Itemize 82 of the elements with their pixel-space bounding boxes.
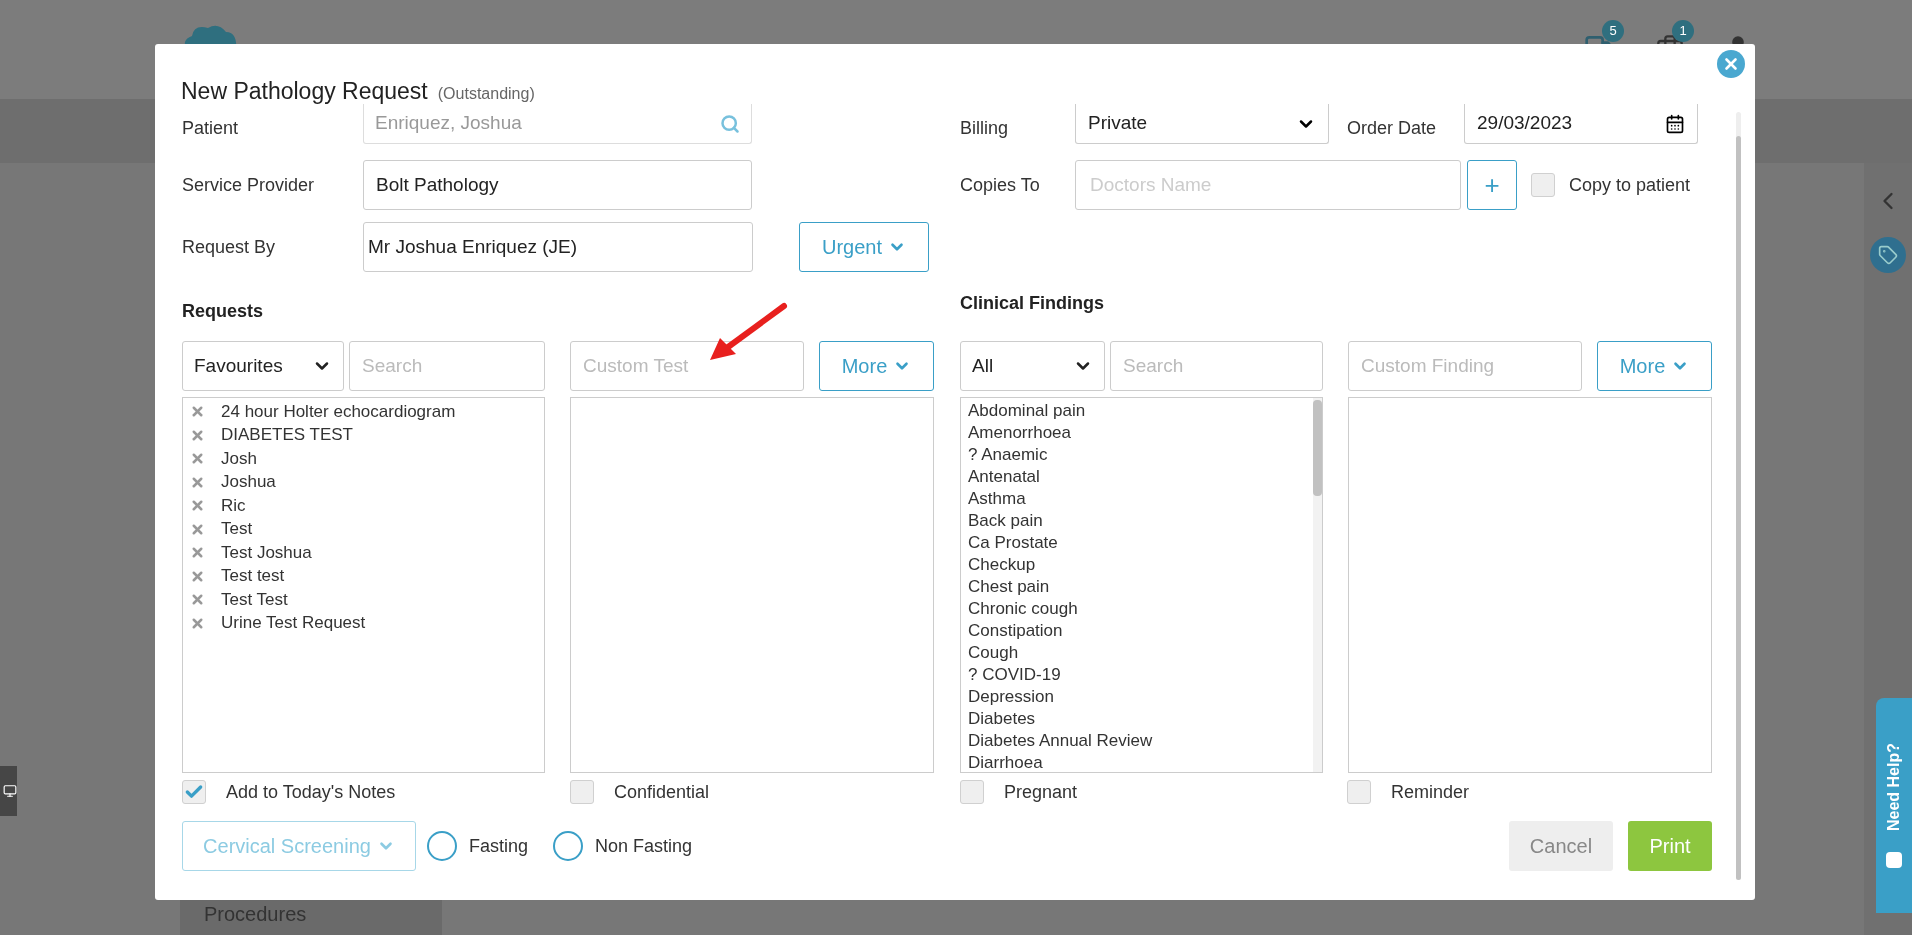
remove-icon[interactable]: [190, 427, 205, 443]
search-field[interactable]: Search: [349, 341, 545, 391]
list-item[interactable]: Asthma: [968, 488, 1026, 510]
list-item[interactable]: Josh: [221, 447, 257, 470]
remove-icon[interactable]: [190, 498, 205, 514]
radio-label: Non Fasting: [595, 834, 693, 858]
field-label: Request By: [182, 235, 277, 259]
list-item[interactable]: 24 hour Holter echocardiogram: [221, 400, 456, 423]
list-item[interactable]: Diabetes Annual Review: [968, 730, 1153, 752]
close-button[interactable]: [1717, 50, 1745, 78]
field-label: Patient: [182, 116, 240, 140]
list-item[interactable]: Urine Test Request: [221, 612, 366, 635]
remove-icon[interactable]: [190, 521, 205, 537]
dialog-title: New Pathology Request: [181, 77, 428, 106]
checkbox[interactable]: [960, 780, 984, 804]
list-item[interactable]: Chest pain: [968, 576, 1050, 598]
checkbox[interactable]: [1531, 173, 1555, 197]
remove-icon[interactable]: [190, 404, 205, 420]
message-badge: 1: [1672, 20, 1694, 42]
checkbox-label: Pregnant: [1004, 780, 1078, 804]
dialog-scrollbar[interactable]: [1736, 112, 1741, 880]
list-item[interactable]: Diabetes: [968, 708, 1036, 730]
field-label: Billing: [960, 116, 1010, 140]
radio-button[interactable]: [427, 831, 457, 861]
list-item[interactable]: Back pain: [968, 510, 1043, 532]
remove-icon[interactable]: [190, 545, 205, 561]
checkbox[interactable]: [1347, 780, 1371, 804]
custom-field[interactable]: Custom Test: [570, 341, 804, 391]
remove-icon[interactable]: [190, 568, 205, 584]
section-heading: Clinical Findings: [960, 292, 1105, 315]
list-item[interactable]: DIABETES TEST: [221, 424, 353, 447]
list-item[interactable]: Depression: [968, 686, 1054, 708]
list-item[interactable]: Amenorrhoea: [968, 422, 1071, 444]
list-item[interactable]: Cough: [968, 642, 1019, 664]
monitor-icon: [3, 784, 17, 798]
filter-select[interactable]: All: [960, 341, 1105, 391]
list-item[interactable]: Ric: [221, 494, 246, 517]
checkbox[interactable]: [182, 780, 206, 804]
checkbox-label: Reminder: [1391, 780, 1470, 804]
service-provider-field[interactable]: Bolt Pathology: [363, 160, 752, 210]
list-item[interactable]: ? Anaemic: [968, 444, 1048, 466]
order-date-field[interactable]: 29/03/2023: [1464, 104, 1698, 144]
remove-icon[interactable]: [190, 474, 205, 490]
checkbox-label: Copy to patient: [1569, 173, 1691, 197]
field-label: Service Provider: [182, 173, 316, 197]
checkbox[interactable]: [570, 780, 594, 804]
scrollbar[interactable]: [1313, 398, 1322, 772]
list-item[interactable]: Diarrhoea: [968, 752, 1043, 772]
remove-icon[interactable]: [190, 592, 205, 608]
list-item[interactable]: Ca Prostate: [968, 532, 1058, 554]
list-item[interactable]: Test Joshua: [221, 541, 312, 564]
field-label: Order Date: [1347, 116, 1438, 140]
list-item[interactable]: Antenatal: [968, 466, 1040, 488]
remove-icon[interactable]: [190, 451, 205, 467]
tag-icon[interactable]: [1870, 237, 1906, 273]
list-item[interactable]: Checkup: [968, 554, 1036, 576]
list-item[interactable]: Chronic cough: [968, 598, 1078, 620]
list-item[interactable]: Abdominal pain: [968, 400, 1086, 422]
close-icon: [1722, 55, 1740, 73]
list-item[interactable]: Constipation: [968, 620, 1063, 642]
list-item[interactable]: Test Test: [221, 588, 288, 611]
section-heading: Requests: [182, 300, 265, 323]
billing-select[interactable]: Private: [1075, 104, 1329, 144]
screen-button[interactable]: [0, 766, 17, 816]
checkbox-label: Confidential: [614, 780, 710, 804]
search-field[interactable]: Search: [1110, 341, 1323, 391]
dialog-status: (Outstanding): [437, 84, 535, 104]
remove-icon[interactable]: [190, 615, 205, 631]
list-item[interactable]: Test: [221, 518, 253, 541]
list-item[interactable]: ? COVID-19: [968, 664, 1061, 686]
list-item[interactable]: Joshua: [221, 471, 276, 494]
filter-select[interactable]: Favourites: [182, 341, 344, 391]
calendar-icon: [1665, 113, 1685, 134]
field-label: Copies To: [960, 173, 1041, 197]
request-by-field[interactable]: Mr Joshua Enriquez (JE): [363, 222, 753, 272]
list-item[interactable]: Test test: [221, 565, 285, 588]
checkbox-label: Add to Today's Notes: [226, 780, 396, 804]
notification-badge: 5: [1602, 20, 1624, 42]
search-icon: [720, 113, 740, 134]
radio-label: Fasting: [469, 834, 529, 858]
radio-button[interactable]: [553, 831, 584, 861]
custom-field[interactable]: Custom Finding: [1348, 341, 1582, 391]
